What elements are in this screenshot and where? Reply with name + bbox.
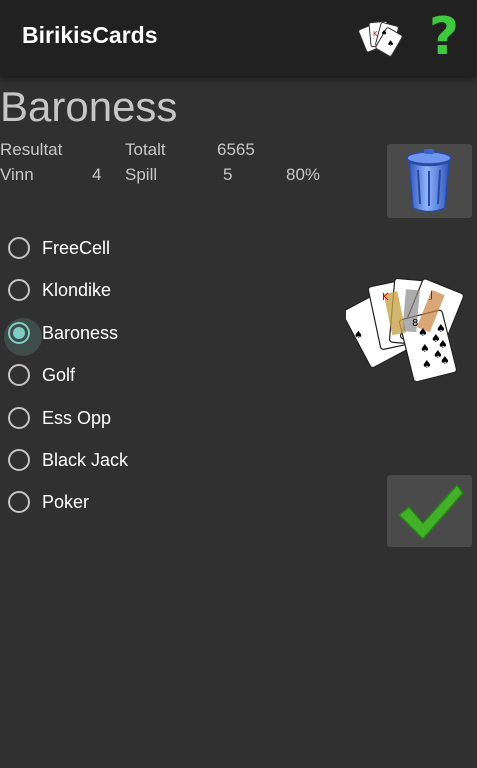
svg-text:♠: ♠ [381, 29, 387, 37]
trash-can-icon [406, 149, 452, 213]
checkmark-icon [398, 484, 464, 540]
svg-text:♠: ♠ [420, 342, 430, 355]
radio-button[interactable] [8, 491, 30, 513]
game-preview-image: ♠ K J ♠ ♠ ♠ ♠ ♠ ♠ ♠ ♠ 8 [342, 276, 472, 392]
svg-text:♠: ♠ [431, 332, 441, 345]
playing-cards-icon: K ♠ ♠ [358, 20, 403, 57]
radio-button[interactable] [8, 279, 30, 301]
svg-text:J: J [429, 290, 433, 301]
game-option-poker[interactable]: Poker [8, 487, 89, 517]
svg-text:K: K [382, 292, 389, 303]
radio-button[interactable] [8, 407, 30, 429]
game-option-label: Ess Opp [42, 407, 112, 428]
radio-button[interactable] [8, 364, 30, 386]
confirm-button[interactable] [387, 475, 472, 547]
app-title: BirikisCards [22, 22, 158, 48]
radio-button-selected[interactable] [4, 318, 42, 356]
help-button[interactable]: ? [424, 10, 464, 64]
wins-value: 4 [92, 165, 102, 184]
svg-text:♠: ♠ [354, 330, 363, 341]
game-option-label: Black Jack [42, 449, 129, 470]
total-label: Totalt [125, 140, 166, 159]
svg-text:♠: ♠ [433, 348, 443, 361]
svg-text:♠: ♠ [422, 358, 432, 371]
result-label: Resultat [0, 140, 63, 159]
game-option-golf[interactable]: Golf [8, 360, 75, 390]
game-option-label: FreeCell [42, 237, 111, 258]
app-bar: BirikisCards K ♠ ♠ ? [0, 0, 477, 76]
game-option-klondike[interactable]: Klondike [8, 275, 111, 305]
game-option-baroness[interactable]: Baroness [4, 318, 119, 356]
playing-cards-icon: ♠ K J ♠ ♠ ♠ ♠ ♠ ♠ ♠♠ 8 [342, 277, 465, 383]
svg-text:♠: ♠ [418, 326, 428, 339]
game-option-label: Baroness [42, 322, 119, 343]
game-option-label: Poker [42, 491, 90, 512]
radio-button[interactable] [8, 449, 30, 471]
cards-menu-button[interactable]: K ♠ ♠ [358, 16, 404, 58]
svg-text:K: K [373, 30, 378, 38]
game-title: Baroness [0, 83, 178, 130]
selection-highlight [4, 318, 42, 356]
radio-button[interactable] [8, 237, 30, 259]
question-mark-icon: ? [428, 7, 460, 67]
svg-text:8: 8 [412, 318, 418, 329]
svg-text:♠: ♠ [387, 39, 394, 48]
games-label: Spill [125, 165, 158, 184]
game-option-freecell[interactable]: FreeCell [8, 233, 110, 263]
wins-label: Vinn [0, 165, 34, 184]
game-option-label: Golf [42, 364, 76, 385]
game-option-black-jack[interactable]: Black Jack [8, 445, 128, 475]
win-percent: 80% [286, 165, 321, 184]
total-value: 6565 [217, 140, 255, 159]
delete-stats-button[interactable] [387, 144, 472, 218]
games-value: 5 [223, 165, 233, 184]
game-option-ess-opp[interactable]: Ess Opp [8, 403, 111, 433]
game-option-label: Klondike [42, 279, 112, 300]
